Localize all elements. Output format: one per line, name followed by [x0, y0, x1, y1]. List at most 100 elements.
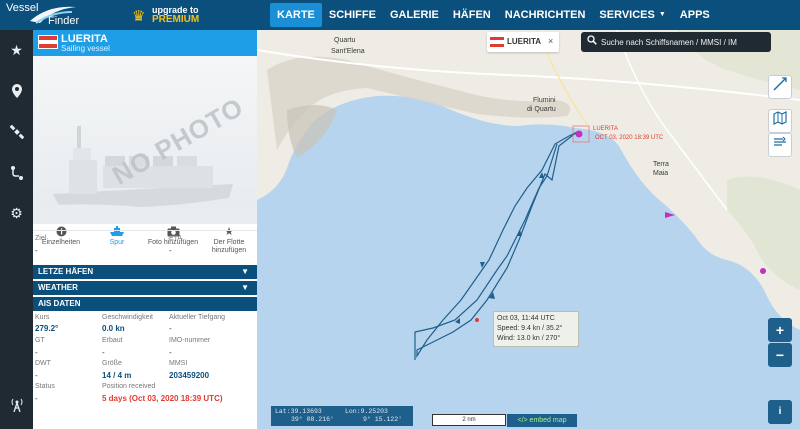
longitude-decimal: Lon:9.25203 — [345, 408, 388, 415]
status-value: - — [35, 394, 38, 403]
gt-value: - — [35, 348, 38, 357]
status-label: Status — [35, 383, 55, 390]
nav-services[interactable]: SERVICES ▼ — [592, 3, 672, 27]
divider — [33, 230, 257, 231]
nav-apps[interactable]: APPS — [673, 3, 717, 27]
nav-haefen[interactable]: HÄFEN — [446, 3, 498, 27]
nav-nachrichten[interactable]: NACHRICHTEN — [498, 3, 593, 27]
position-received-label: Position received — [102, 383, 156, 390]
course-label: Kurs — [35, 314, 50, 321]
draught-label: Aktueller Tiefgang — [169, 314, 226, 321]
vessel-search-box — [581, 32, 771, 52]
map-pin-icon[interactable] — [0, 73, 33, 107]
other-vessel-icon — [665, 212, 675, 218]
wind-icon — [774, 136, 786, 146]
place-sant-elena: Sant'Elena — [331, 48, 365, 55]
nav-karte[interactable]: KARTE — [270, 3, 322, 27]
imo-value: - — [169, 348, 172, 357]
add-to-fleet-button[interactable]: ★ Der Flotte hinzufügen — [201, 226, 257, 260]
cursor-coordinates: Lat:39.13693 Lon:9.25203 39° 08.216' 9° … — [271, 406, 413, 426]
route-icon[interactable] — [0, 155, 33, 189]
measure-distance-button[interactable] — [768, 75, 792, 99]
place-maia: Maia — [653, 170, 669, 177]
details-button[interactable]: Einzelheiten — [33, 226, 89, 260]
speed-value: 0.0 kn — [102, 324, 125, 333]
satellite-icon[interactable] — [0, 114, 33, 148]
vessel-info-panel: LUERITA Sailing vessel NO PHOTO Einzelhe… — [33, 30, 257, 429]
selected-vessel-tab[interactable]: LUERITA × — [487, 32, 559, 52]
latitude-decimal: Lat:39.13693 — [275, 408, 322, 415]
longitude-dms: 9° 15.122' — [363, 416, 403, 423]
mmsi-label: MMSI — [169, 360, 188, 367]
search-input[interactable] — [601, 34, 767, 50]
gear-icon[interactable]: ⚙ — [0, 196, 33, 230]
top-navigation-bar: Vessel Finder ♛ upgrade to PREMIUM KARTE… — [0, 0, 800, 30]
built-label: Erbaut — [102, 337, 123, 344]
dwt-label: DWT — [35, 360, 51, 367]
zoom-in-button[interactable]: + — [768, 318, 792, 342]
tooltip-position-dot — [475, 318, 479, 322]
track-label: Spur — [109, 239, 125, 246]
wetland-area — [287, 105, 337, 158]
nav-schiffe[interactable]: SCHIFFE — [322, 3, 383, 27]
star-icon[interactable]: ★ — [0, 33, 33, 67]
place-di-quartu: di Quartu — [527, 106, 556, 113]
nav-apps-label: APPS — [679, 9, 710, 21]
tooltip-speed: Speed: 9.4 kn / 35.2° — [497, 325, 563, 332]
nav-schiffe-label: SCHIFFE — [328, 9, 376, 21]
map-icon — [773, 111, 787, 125]
vesselfinder-logo[interactable]: Vessel Finder — [6, 2, 116, 28]
austria-flag-icon — [490, 37, 504, 47]
star-icon: ★ — [224, 226, 234, 238]
ship-silhouette-icon — [33, 126, 257, 224]
place-flumini: Flumini — [533, 97, 556, 104]
logo-text-finder: Finder — [48, 15, 80, 27]
tooltip-time: Oct 03, 11:44 UTC — [497, 315, 555, 322]
add-to-fleet-label: Der Flotte hinzufügen — [211, 239, 247, 254]
weather-title: WEATHER — [38, 283, 78, 292]
map-scale-bar: 2 nm — [432, 414, 506, 426]
dwt-value: - — [35, 371, 38, 380]
crown-icon: ♛ — [132, 8, 146, 25]
destination-label: Ziel — [35, 235, 47, 242]
vessel-header: LUERITA Sailing vessel — [33, 30, 257, 56]
weather-section[interactable]: WEATHER ▼ — [33, 281, 257, 295]
map-layers-button[interactable] — [768, 109, 792, 133]
tooltip-wind: Wind: 13.0 kn / 270° — [497, 335, 561, 342]
other-vessel-icon — [760, 268, 766, 274]
caret-down-icon: ▼ — [241, 283, 249, 292]
nav-haefen-label: HÄFEN — [452, 9, 491, 21]
eta-label: ETA — [169, 235, 183, 242]
ais-section[interactable]: AIS DATEN — [33, 297, 257, 311]
place-terra: Terra — [653, 161, 669, 168]
vessel-position-marker — [575, 130, 583, 138]
map-view[interactable]: Quartu Sant'Elena Flumini di Quartu Terr… — [257, 30, 800, 429]
speed-label: Geschwindigkeit — [102, 314, 153, 321]
nav-galerie-label: GALERIE — [389, 9, 439, 21]
size-label: Größe — [102, 360, 122, 367]
track-button[interactable]: Spur — [89, 226, 145, 260]
main-nav: KARTE SCHIFFE GALERIE HÄFEN NACHRICHTEN … — [270, 0, 717, 30]
track-point-tooltip: Oct 03, 11:44 UTC Speed: 9.4 kn / 35.2° … — [493, 311, 579, 347]
mmsi-value: 203459200 — [169, 371, 210, 380]
size-value: 14 / 4 m — [102, 371, 132, 380]
premium-label: PREMIUM — [152, 14, 200, 25]
map-canvas[interactable] — [257, 30, 800, 429]
add-photo-button[interactable]: Foto hinzufügen — [145, 226, 201, 260]
ship-track-icon — [89, 226, 145, 239]
austria-flag-icon — [38, 35, 58, 49]
zoom-out-button[interactable]: − — [768, 343, 792, 367]
draught-value: - — [169, 324, 172, 333]
last-ports-title: LETZE HÄFEN — [38, 267, 94, 276]
vessel-type: Sailing vessel — [61, 44, 110, 53]
antenna-icon[interactable] — [0, 387, 33, 421]
nav-galerie[interactable]: GALERIE — [383, 3, 446, 27]
close-icon[interactable]: × — [548, 36, 553, 46]
nav-karte-label: KARTE — [277, 9, 315, 21]
vessel-actions: Einzelheiten Spur Foto hinzufügen ★ Der … — [33, 226, 257, 260]
weather-layer-button[interactable] — [768, 133, 792, 157]
marker-timestamp: OCT 03, 2020 18:39 UTC — [595, 135, 664, 141]
info-button[interactable]: i — [768, 400, 792, 424]
last-ports-section[interactable]: LETZE HÄFEN ▼ — [33, 265, 257, 279]
embed-map-button[interactable]: </> embed map — [507, 414, 577, 427]
